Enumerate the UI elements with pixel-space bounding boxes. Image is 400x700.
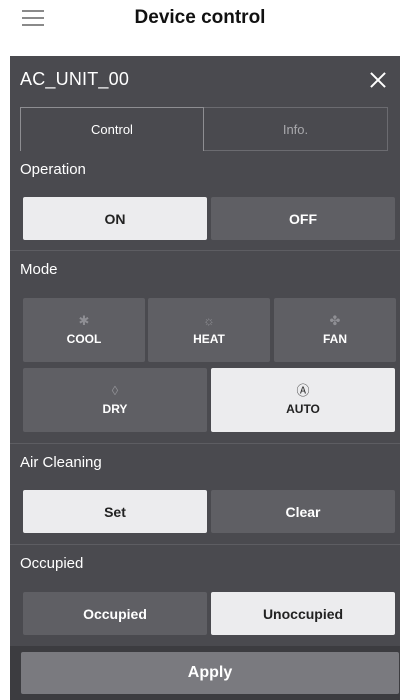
mode-heat-label: HEAT	[193, 332, 225, 346]
mode-fan-button[interactable]: ✤ FAN	[274, 298, 396, 362]
air-cleaning-clear-button[interactable]: Clear	[211, 490, 395, 533]
air-cleaning-label: Air Cleaning	[20, 454, 102, 471]
mode-auto-button[interactable]: Ⓐ AUTO	[211, 368, 395, 432]
operation-on-button[interactable]: ON	[23, 197, 207, 240]
snowflake-icon: ✱	[78, 313, 90, 328]
tab-control[interactable]: Control	[20, 107, 204, 151]
auto-mode-icon: Ⓐ	[296, 383, 310, 398]
mode-cool-button[interactable]: ✱ COOL	[23, 298, 145, 362]
occupied-button[interactable]: Occupied	[23, 592, 207, 635]
divider	[10, 544, 400, 545]
operation-label: Operation	[20, 161, 86, 178]
tab-info[interactable]: Info.	[204, 107, 388, 151]
tab-bar: Control Info.	[20, 107, 388, 151]
divider	[10, 443, 400, 444]
unoccupied-button[interactable]: Unoccupied	[211, 592, 395, 635]
mode-heat-button[interactable]: ☼ HEAT	[148, 298, 270, 362]
apply-button[interactable]: Apply	[21, 652, 399, 694]
operation-off-button[interactable]: OFF	[211, 197, 395, 240]
apply-bar: Apply	[10, 646, 400, 700]
mode-auto-label: AUTO	[286, 402, 320, 416]
mode-dry-button[interactable]: ◊ DRY	[23, 368, 207, 432]
page-title: Device control	[134, 7, 266, 28]
droplet-icon: ◊	[111, 383, 119, 398]
mode-cool-label: COOL	[66, 332, 102, 346]
device-control-panel: AC_UNIT_00 Control Info. Operation ON OF…	[10, 56, 400, 700]
mode-fan-label: FAN	[323, 332, 347, 346]
occupied-label: Occupied	[20, 555, 84, 572]
unit-name: AC_UNIT_00	[20, 69, 130, 89]
divider	[10, 250, 400, 251]
close-icon[interactable]	[370, 72, 386, 88]
air-cleaning-set-button[interactable]: Set	[23, 490, 207, 533]
top-bar: Device control	[0, 0, 400, 44]
fan-icon: ✤	[329, 313, 341, 328]
mode-dry-label: DRY	[102, 402, 128, 416]
mode-label: Mode	[20, 261, 58, 278]
sun-icon: ☼	[203, 313, 215, 328]
